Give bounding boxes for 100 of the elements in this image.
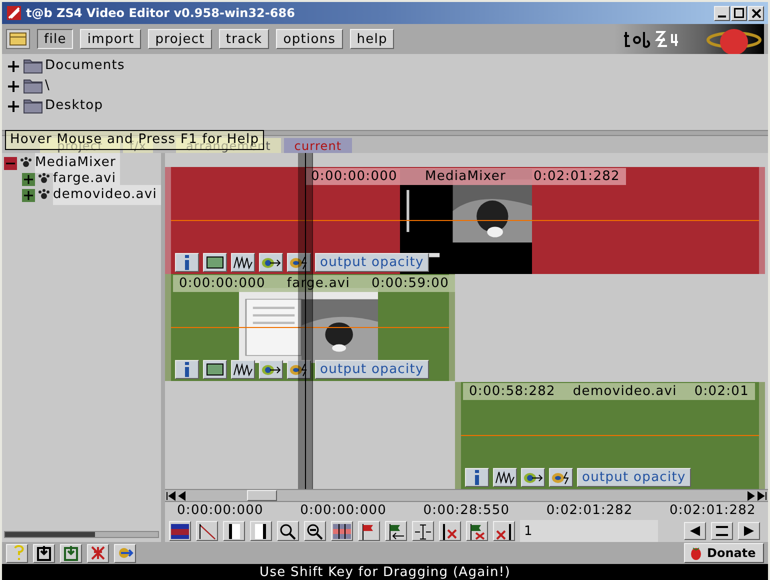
tool-button[interactable] bbox=[521, 468, 545, 487]
collapse-icon[interactable] bbox=[4, 156, 17, 170]
split-cursor-icon bbox=[413, 522, 433, 540]
maximize-button[interactable] bbox=[731, 6, 747, 20]
tool-button[interactable] bbox=[175, 360, 199, 379]
menu-button[interactable]: project bbox=[148, 29, 212, 49]
expand-icon[interactable] bbox=[22, 188, 35, 202]
eye-bolt-icon bbox=[551, 469, 571, 486]
folder-label[interactable]: \ bbox=[45, 76, 50, 96]
right-triangle-icon bbox=[744, 526, 754, 536]
scroll-thumb[interactable] bbox=[247, 490, 277, 501]
menu-button[interactable]: track bbox=[218, 29, 270, 49]
clip-start-time: 0:00:58:282 bbox=[469, 382, 556, 401]
tool-button[interactable] bbox=[466, 521, 488, 541]
tool-button[interactable] bbox=[304, 521, 326, 541]
tool-button[interactable] bbox=[412, 521, 434, 541]
tool-button[interactable] bbox=[259, 253, 283, 272]
clip-name: demovideo.avi bbox=[572, 382, 677, 401]
text-field[interactable]: 1 bbox=[520, 520, 658, 542]
folder-label[interactable]: Desktop bbox=[45, 96, 104, 116]
tool-button[interactable] bbox=[231, 253, 255, 272]
plus-icon[interactable] bbox=[8, 80, 19, 92]
track-clip[interactable]: 0:00:58:282 demovideo.avi 0:02:01 output opacity bbox=[455, 382, 765, 489]
info-icon bbox=[185, 255, 189, 270]
time-label: 0:00:00:000 bbox=[300, 502, 387, 520]
folder-button[interactable] bbox=[6, 29, 30, 49]
strawberry-icon bbox=[689, 546, 703, 560]
folder-icon bbox=[23, 97, 43, 115]
time-label: 0:02:01:282 bbox=[670, 502, 756, 520]
split-bars-icon bbox=[332, 522, 352, 540]
waveform-icon bbox=[495, 469, 515, 486]
tool-button[interactable] bbox=[196, 521, 218, 541]
plus-icon[interactable] bbox=[8, 100, 19, 112]
tool-button[interactable] bbox=[223, 521, 245, 541]
folder-icon bbox=[23, 57, 43, 75]
tool-button[interactable] bbox=[287, 360, 311, 379]
tool-button[interactable] bbox=[358, 521, 380, 541]
menu-button[interactable]: help bbox=[350, 29, 394, 49]
info-icon bbox=[185, 362, 189, 377]
timeline-scrollbar[interactable] bbox=[165, 489, 768, 502]
tool-button[interactable] bbox=[465, 468, 489, 487]
tool-button[interactable] bbox=[259, 360, 283, 379]
output-opacity-button[interactable]: output opacity bbox=[577, 468, 691, 487]
next-button[interactable] bbox=[738, 522, 760, 540]
toolbar-button[interactable] bbox=[114, 544, 136, 562]
window-title: t@b ZS4 Video Editor v0.958-win32-686 bbox=[26, 5, 295, 22]
menu-button[interactable]: file bbox=[37, 29, 74, 49]
zoom-in-icon bbox=[278, 522, 298, 540]
clip-end-time: 0:02:01 bbox=[694, 382, 749, 401]
output-opacity-button[interactable]: output opacity bbox=[315, 253, 429, 272]
app-icon bbox=[6, 5, 22, 21]
tool-button[interactable] bbox=[493, 468, 517, 487]
maximize-icon bbox=[734, 8, 744, 18]
tool-button[interactable] bbox=[549, 468, 573, 487]
rectangle-icon bbox=[205, 361, 225, 378]
tool-button[interactable] bbox=[231, 360, 255, 379]
menu-button[interactable]: options bbox=[276, 29, 343, 49]
left-triangle-icon bbox=[690, 526, 700, 536]
time-label: 0:00:28:550 bbox=[423, 502, 510, 520]
folder-label[interactable]: Documents bbox=[45, 56, 125, 76]
zoom-out-icon bbox=[305, 522, 325, 540]
menu-button[interactable]: import bbox=[80, 29, 142, 49]
plus-icon[interactable] bbox=[8, 60, 19, 72]
previous-button[interactable] bbox=[684, 522, 706, 540]
expand-icon[interactable] bbox=[22, 172, 35, 186]
crossed-figure-icon bbox=[89, 544, 107, 562]
time-label: 0:02:01:282 bbox=[546, 502, 633, 520]
tool-button[interactable] bbox=[493, 521, 515, 541]
status-bar: Use Shift Key for Dragging (Again!) bbox=[2, 564, 768, 580]
equals-button[interactable] bbox=[711, 522, 733, 540]
clip-start-time: 0:00:00:000 bbox=[179, 274, 266, 293]
tool-button[interactable] bbox=[277, 521, 299, 541]
minimize-button[interactable] bbox=[714, 6, 730, 20]
tool-button[interactable] bbox=[287, 253, 311, 272]
color-bars-icon bbox=[170, 522, 190, 540]
tool-button[interactable] bbox=[203, 360, 227, 379]
rectangle-icon bbox=[205, 254, 225, 271]
tool-button[interactable] bbox=[250, 521, 272, 541]
toolbar-button[interactable] bbox=[33, 544, 55, 562]
import-icon bbox=[35, 544, 53, 562]
info-icon bbox=[475, 470, 479, 485]
tool-button[interactable] bbox=[203, 253, 227, 272]
close-button[interactable] bbox=[748, 6, 764, 20]
waveform-icon bbox=[233, 361, 253, 378]
toolbar-button[interactable] bbox=[60, 544, 82, 562]
minimize-icon bbox=[718, 15, 726, 18]
tool-button[interactable] bbox=[385, 521, 407, 541]
import-icon bbox=[62, 544, 80, 562]
cut-left-icon bbox=[494, 522, 514, 540]
paw-icon bbox=[37, 172, 51, 186]
output-opacity-button[interactable]: output opacity bbox=[315, 360, 429, 379]
donate-button[interactable]: Donate bbox=[684, 543, 764, 563]
tool-button[interactable] bbox=[439, 521, 461, 541]
tool-button[interactable] bbox=[331, 521, 353, 541]
paw-icon bbox=[19, 156, 33, 170]
tool-button[interactable] bbox=[169, 521, 191, 541]
equals-icon bbox=[716, 526, 728, 536]
scrollbar[interactable] bbox=[4, 531, 159, 538]
tool-button[interactable] bbox=[175, 253, 199, 272]
tree-item[interactable]: demovideo.avi bbox=[52, 185, 161, 205]
